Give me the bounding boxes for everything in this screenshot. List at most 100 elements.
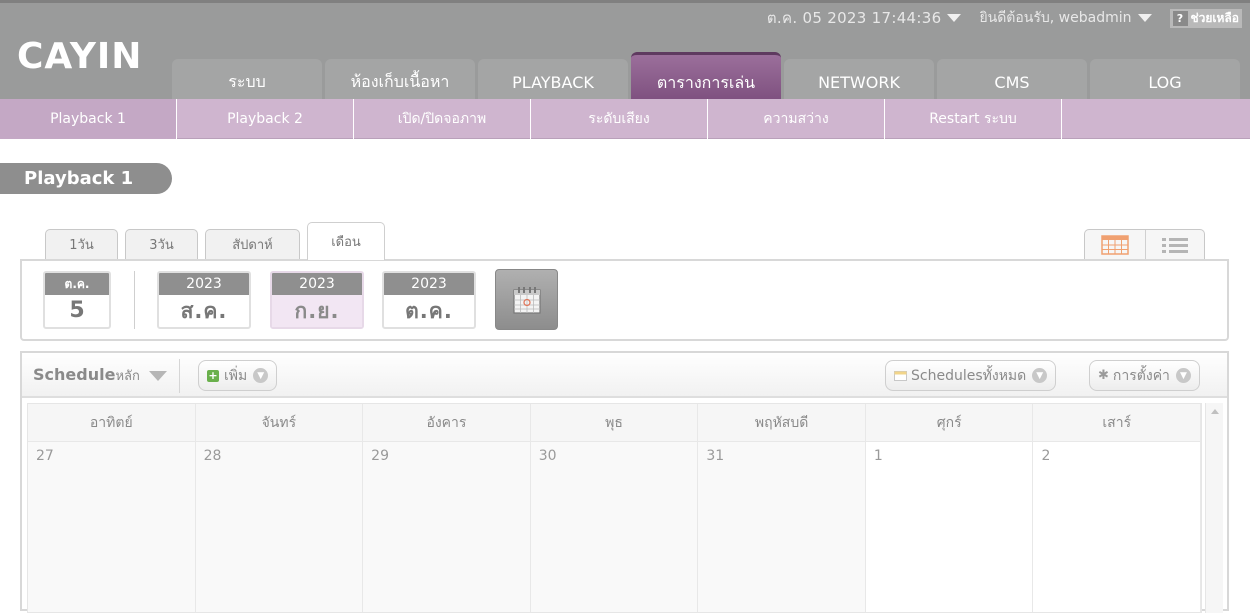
chevron-down-icon: ▼	[1032, 368, 1048, 383]
divider	[134, 271, 135, 329]
subnav-label: Restart ระบบ	[929, 111, 1017, 127]
tab-label: CMS	[994, 73, 1030, 92]
calendar-scrollbar[interactable]	[1205, 403, 1223, 613]
divider	[179, 359, 180, 393]
all-schedules-label: Schedulesทั้งหมด	[911, 367, 1027, 384]
calendar-grid-icon	[1101, 234, 1129, 255]
main-tabs: ระบบ ห้องเก็บเนื้อหา PLAYBACK ตารางการเล…	[172, 52, 1243, 102]
view-tab-label: เดือน	[331, 235, 361, 250]
view-tab-label: สัปดาห์	[232, 238, 273, 253]
view-tab-label: 3วัน	[149, 238, 174, 253]
tab-media-library[interactable]: ห้องเก็บเนื้อหา	[325, 59, 475, 102]
page-title: Playback 1	[0, 163, 172, 194]
weekday-label: อังคาร	[363, 404, 531, 441]
calendar-week-row: 27 28 29 30 31 1 2	[28, 442, 1202, 612]
month-name: ก.ย.	[272, 295, 362, 327]
tab-label: ห้องเก็บเนื้อหา	[350, 72, 450, 91]
month-button-sep[interactable]: 2023 ก.ย.	[270, 271, 364, 329]
tab-log[interactable]: LOG	[1090, 59, 1240, 102]
tab-schedule[interactable]: ตารางการเล่น	[631, 52, 781, 102]
tab-playback[interactable]: PLAYBACK	[478, 59, 628, 102]
calendar-day-cell[interactable]: 29	[363, 442, 531, 612]
calendar-view-button[interactable]	[1085, 230, 1145, 259]
subnav-label: Playback 1	[50, 111, 126, 127]
schedule-label: Schedule	[33, 365, 116, 384]
weekday-label: จันทร์	[196, 404, 364, 441]
calendar-icon	[512, 286, 541, 314]
view-tab-3day[interactable]: 3วัน	[125, 229, 198, 259]
calendar-day-cell[interactable]: 31	[698, 442, 866, 612]
tab-system[interactable]: ระบบ	[172, 59, 322, 102]
cayin-logo: CAYIN	[17, 38, 142, 72]
add-label: เพิ่ม	[224, 367, 248, 384]
weekday-label: เสาร์	[1033, 404, 1202, 441]
question-icon: ?	[1172, 10, 1188, 26]
month-button-oct[interactable]: 2023 ต.ค.	[382, 271, 476, 329]
calendar-day-cell[interactable]: 28	[195, 442, 364, 612]
all-schedules-button[interactable]: Schedulesทั้งหมด ▼	[885, 360, 1057, 391]
today-day: 5	[69, 298, 85, 323]
calendar-day-cell[interactable]: 2	[1033, 442, 1202, 612]
subnav-label: เปิด/ปิดจอภาพ	[397, 111, 487, 127]
datetime: ต.ค. 05 2023 17:44:36	[766, 9, 942, 27]
subnav-volume[interactable]: ระดับเสียง	[531, 99, 708, 139]
calendar-day-cell[interactable]: 27	[28, 442, 196, 612]
help-button[interactable]: ? ช่วยเหลือ	[1169, 8, 1242, 28]
chevron-down-icon	[149, 370, 168, 381]
view-tab-1day[interactable]: 1วัน	[45, 229, 118, 259]
app-header: CAYIN ต.ค. 05 2023 17:44:36 ยินดีต้อนรับ…	[0, 0, 1250, 102]
calendar-day-cell[interactable]: 1	[865, 442, 1034, 612]
view-toggle	[1084, 229, 1205, 259]
tab-label: ระบบ	[228, 72, 266, 91]
schedule-selector[interactable]: Scheduleหลัก	[33, 365, 168, 386]
plus-icon: +	[207, 368, 219, 382]
weekday-label: พฤหัสบดี	[698, 404, 866, 441]
weekday-label: อาทิตย์	[28, 404, 196, 441]
weekday-header: อาทิตย์ จันทร์ อังคาร พุธ พฤหัสบดี ศุกร์…	[28, 404, 1202, 442]
month-calendar: อาทิตย์ จันทร์ อังคาร พุธ พฤหัสบดี ศุกร์…	[27, 403, 1202, 613]
tab-label: NETWORK	[818, 73, 900, 92]
month-year: 2023	[272, 273, 362, 295]
help-label: ช่วยเหลือ	[1190, 10, 1240, 25]
schedule-panel: Scheduleหลัก + เพิ่ม ▼ Schedulesทั้งหมด …	[20, 351, 1229, 613]
gear-icon: ✱	[1098, 368, 1109, 383]
view-tab-label: 1วัน	[69, 238, 94, 253]
add-button[interactable]: + เพิ่ม ▼	[198, 360, 278, 391]
schedule-bar-icon	[894, 370, 907, 381]
calendar-day-cell[interactable]: 30	[530, 442, 699, 612]
view-tab-week[interactable]: สัปดาห์	[205, 229, 300, 259]
list-view-button[interactable]	[1144, 230, 1205, 259]
svg-text:CAYIN: CAYIN	[17, 38, 142, 72]
chevron-down-icon[interactable]	[947, 14, 962, 22]
subnav-display-power[interactable]: เปิด/ปิดจอภาพ	[354, 99, 531, 139]
tab-label: PLAYBACK	[512, 73, 594, 92]
chevron-down-icon[interactable]	[1137, 14, 1152, 22]
list-icon	[1161, 237, 1188, 253]
subnav-brightness[interactable]: ความสว่าง	[708, 99, 885, 139]
date-picker-button[interactable]	[495, 269, 558, 330]
subnav-label: ระดับเสียง	[588, 111, 650, 127]
chevron-down-icon: ▼	[253, 368, 269, 383]
view-tab-month[interactable]: เดือน	[307, 222, 385, 260]
date-selector-panel: ต.ค. 5 2023 ส.ค. 2023 ก.ย. 2023 ต.ค.	[20, 259, 1229, 341]
today-button[interactable]: ต.ค. 5	[43, 271, 111, 329]
month-name: ส.ค.	[180, 299, 228, 323]
today-month: ต.ค.	[45, 273, 109, 295]
month-year: 2023	[384, 273, 474, 295]
top-bar: ต.ค. 05 2023 17:44:36 ยินดีต้อนรับ, weba…	[767, 6, 1250, 30]
sub-nav: Playback 1 Playback 2 เปิด/ปิดจอภาพ ระดั…	[0, 99, 1250, 139]
chevron-down-icon: ▼	[1175, 368, 1191, 383]
month-name: ต.ค.	[405, 299, 453, 323]
subnav-playback-1[interactable]: Playback 1	[0, 99, 177, 139]
settings-button[interactable]: ✱ การตั้งค่า ▼	[1089, 360, 1200, 391]
weekday-label: ศุกร์	[866, 404, 1034, 441]
month-button-aug[interactable]: 2023 ส.ค.	[157, 271, 251, 329]
subnav-restart[interactable]: Restart ระบบ	[885, 99, 1062, 139]
scroll-up-icon[interactable]	[1211, 409, 1219, 414]
welcome-user[interactable]: ยินดีต้อนรับ, webadmin	[979, 7, 1131, 29]
tab-label: ตารางการเล่น	[656, 72, 756, 92]
tab-cms[interactable]: CMS	[937, 59, 1087, 102]
tab-network[interactable]: NETWORK	[784, 59, 934, 102]
weekday-label: พุธ	[531, 404, 699, 441]
subnav-playback-2[interactable]: Playback 2	[177, 99, 354, 139]
